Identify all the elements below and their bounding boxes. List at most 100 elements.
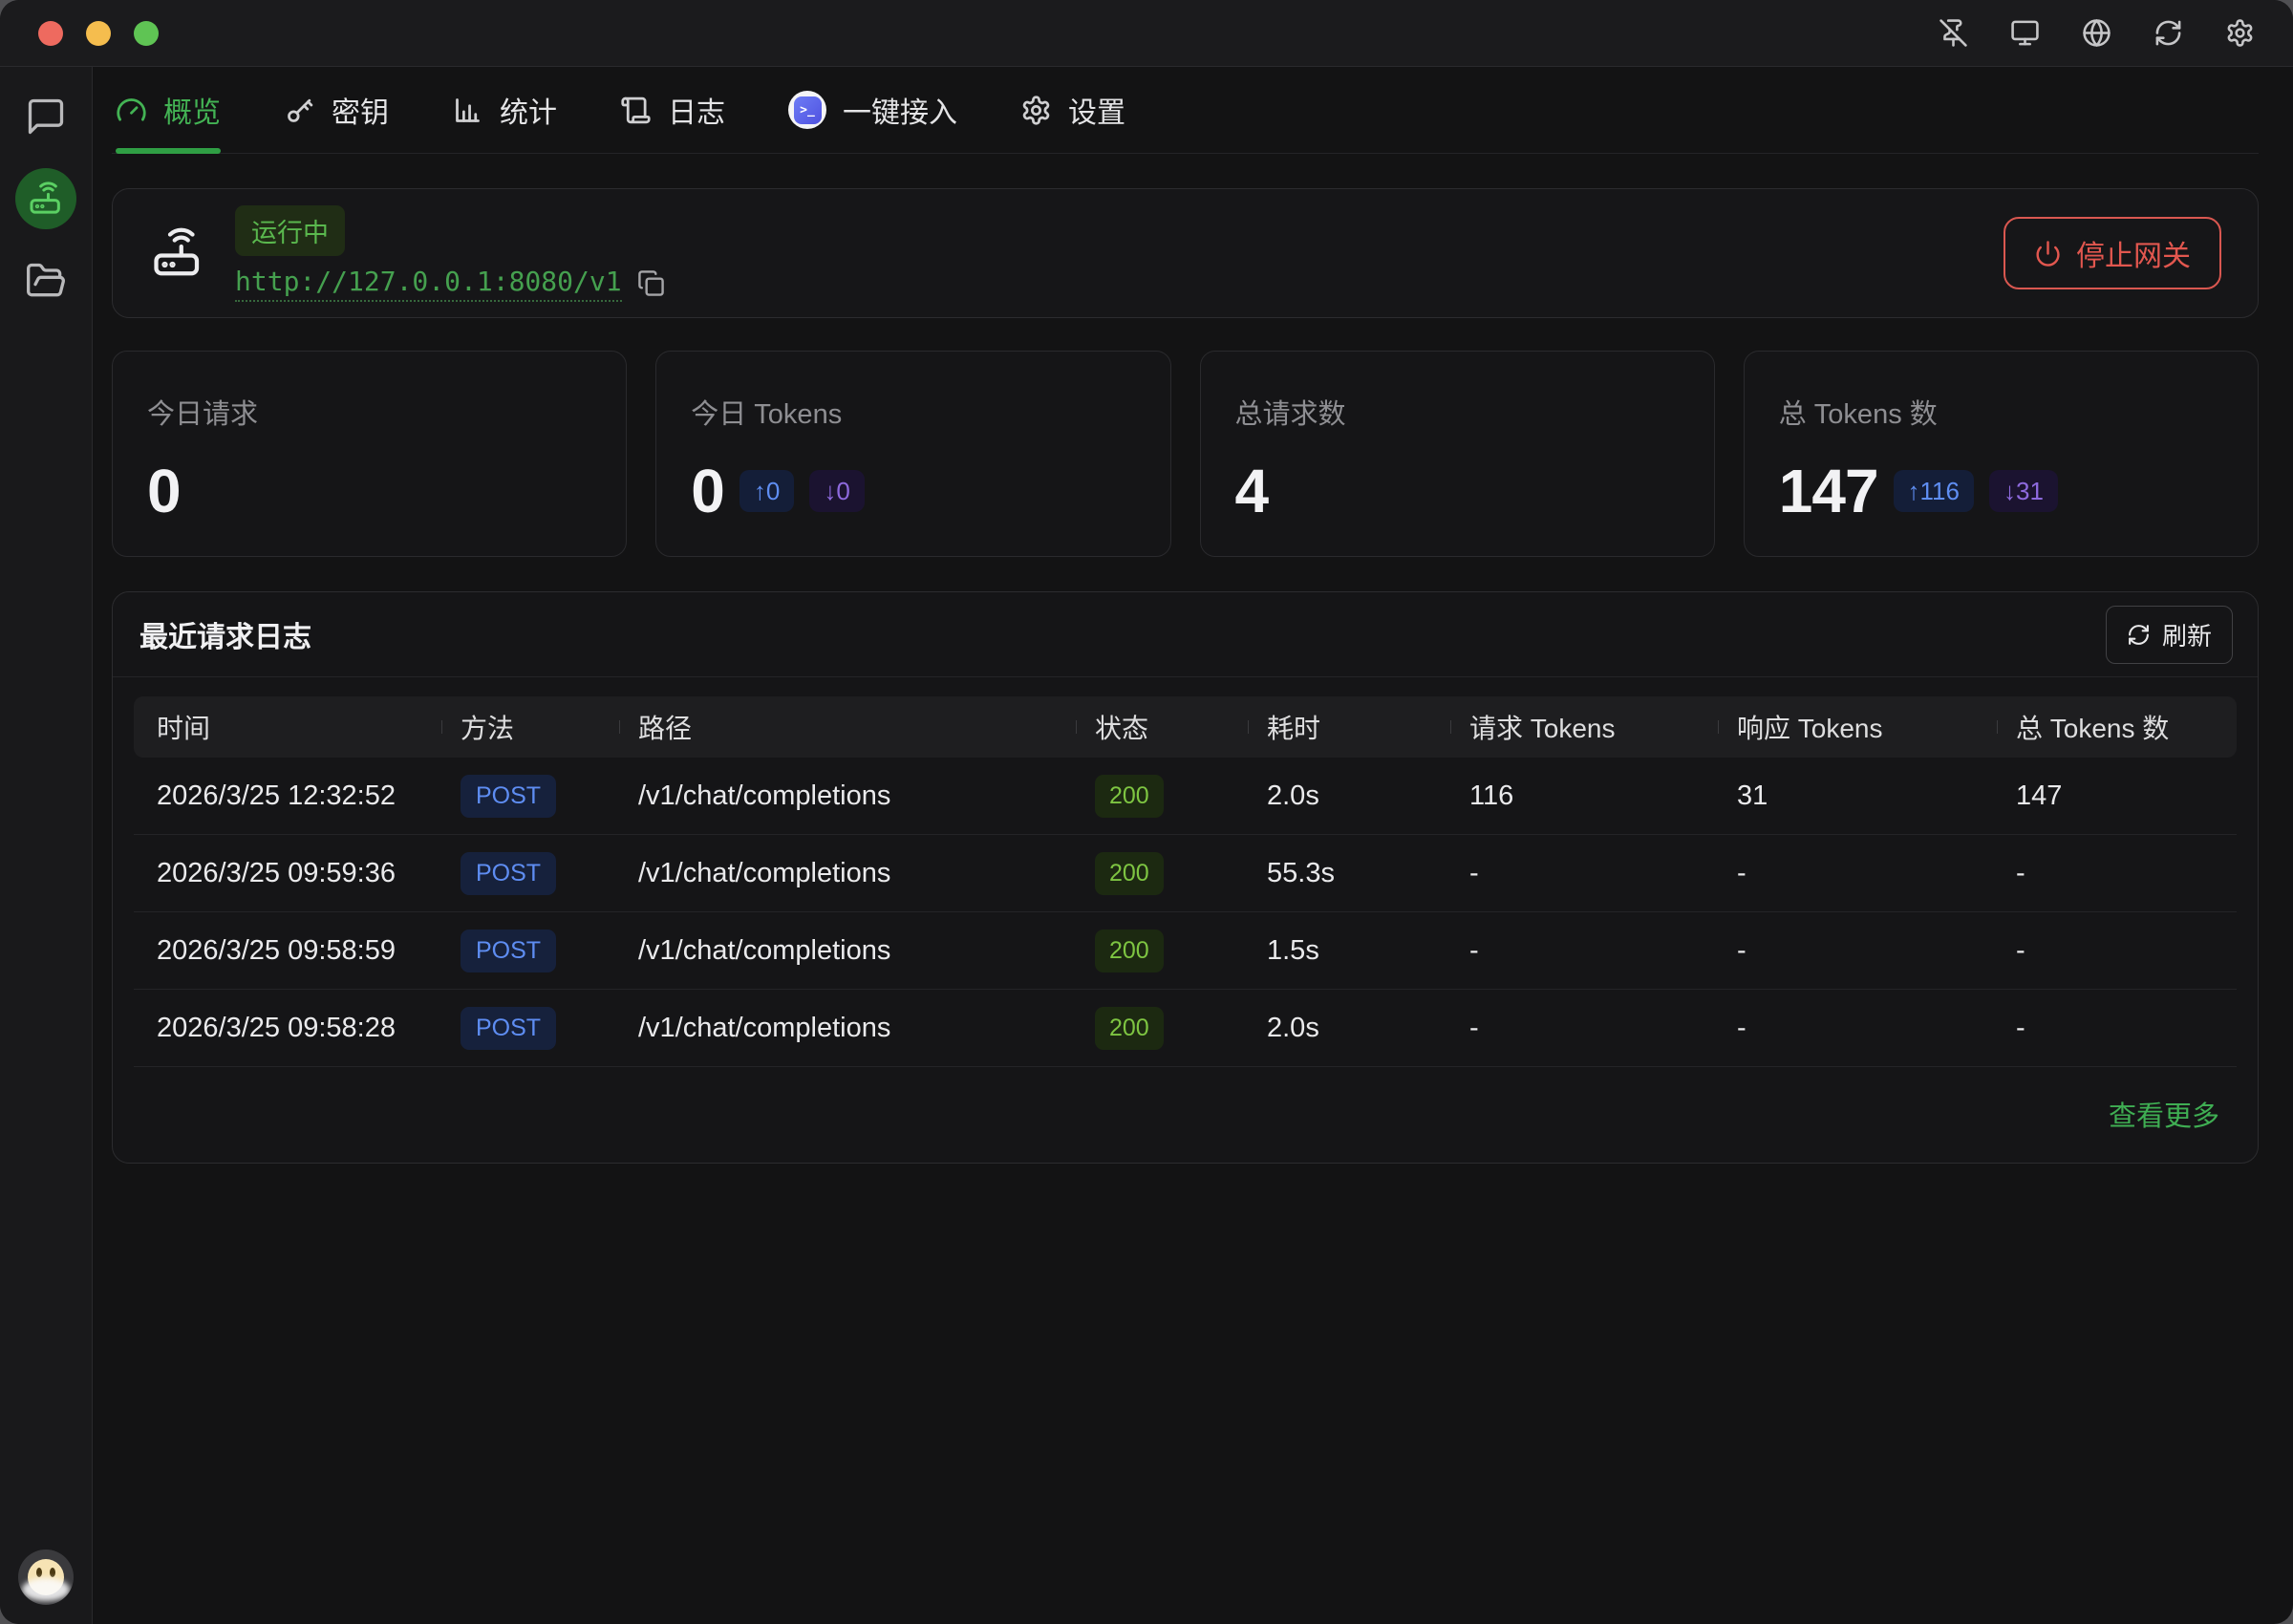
status-badge: 200 xyxy=(1095,775,1164,818)
router-icon xyxy=(27,180,65,218)
cell-total-tokens: 147 xyxy=(1997,780,2237,812)
cell-req-tokens: - xyxy=(1450,858,1718,889)
cell-res-tokens: - xyxy=(1718,1013,1997,1044)
stat-value: 147 xyxy=(1779,460,1878,522)
power-icon xyxy=(2034,240,2062,267)
stat-value: 0 xyxy=(147,460,181,522)
tab-label: 概览 xyxy=(163,89,221,131)
status-badge: 200 xyxy=(1095,852,1164,895)
tab-settings[interactable]: 设置 xyxy=(1020,67,1125,153)
cell-duration: 2.0s xyxy=(1248,780,1450,812)
cell-req-tokens: 116 xyxy=(1450,780,1718,812)
stop-gateway-button[interactable]: 停止网关 xyxy=(2004,217,2221,289)
sidebar-item-chat[interactable] xyxy=(25,96,67,138)
pin-off-icon[interactable] xyxy=(1939,18,1968,48)
recent-logs-card: 最近请求日志 刷新 时间 方法 路径 状态 耗时 xyxy=(112,591,2259,1164)
col-path: 路径 xyxy=(619,708,1076,746)
stat-card-today-requests: 今日请求 0 xyxy=(112,351,627,557)
desktop-background: 概览 密钥 统计 日志 xyxy=(0,0,2293,1624)
table-header-row: 时间 方法 路径 状态 耗时 请求 Tokens 响应 Tokens 总 Tok… xyxy=(134,696,2237,758)
col-total-tokens: 总 Tokens 数 xyxy=(1997,708,2237,746)
chat-bubble-icon xyxy=(25,96,67,138)
gateway-url-link[interactable]: http://127.0.0.1:8080/v1 xyxy=(235,266,622,302)
cell-time: 2026/3/25 12:32:52 xyxy=(134,780,441,812)
refresh-icon[interactable] xyxy=(2154,18,2183,48)
monitor-icon[interactable] xyxy=(2010,18,2040,48)
terminal-app-icon: >_ xyxy=(788,91,826,129)
sidebar xyxy=(0,67,93,1624)
key-icon xyxy=(284,95,315,126)
gateway-status-card: 运行中 http://127.0.0.1:8080/v1 停止网关 xyxy=(112,188,2259,318)
stat-card-today-tokens: 今日 Tokens 0 ↑0 ↓0 xyxy=(655,351,1170,557)
refresh-icon xyxy=(2127,623,2151,647)
bar-chart-icon xyxy=(452,95,483,126)
minimize-button[interactable] xyxy=(86,21,111,46)
input-tokens-chip: ↑0 xyxy=(739,470,794,512)
refresh-button[interactable]: 刷新 xyxy=(2106,606,2233,664)
tab-label: 设置 xyxy=(1068,89,1125,131)
copy-icon xyxy=(637,269,665,297)
cell-duration: 1.5s xyxy=(1248,935,1450,967)
cell-duration: 55.3s xyxy=(1248,858,1450,889)
cell-time: 2026/3/25 09:58:59 xyxy=(134,935,441,967)
cell-path: /v1/chat/completions xyxy=(619,1013,1076,1044)
tab-logs[interactable]: 日志 xyxy=(620,67,725,153)
stop-gateway-label: 停止网关 xyxy=(2076,232,2191,274)
tab-overview[interactable]: 概览 xyxy=(116,67,221,153)
tab-keys[interactable]: 密钥 xyxy=(284,67,389,153)
cell-res-tokens: 31 xyxy=(1718,780,1997,812)
refresh-label: 刷新 xyxy=(2162,617,2212,652)
stat-label: 总 Tokens 数 xyxy=(1779,392,2223,432)
col-duration: 耗时 xyxy=(1248,708,1450,746)
maximize-button[interactable] xyxy=(134,21,159,46)
sidebar-item-gateway[interactable] xyxy=(15,168,76,229)
stat-label: 总请求数 xyxy=(1235,392,1680,432)
request-log-table: 时间 方法 路径 状态 耗时 请求 Tokens 响应 Tokens 总 Tok… xyxy=(113,677,2258,1163)
table-row: 2026/3/25 12:32:52 POST /v1/chat/complet… xyxy=(134,758,2237,835)
traffic-lights xyxy=(38,21,159,46)
cell-path: /v1/chat/completions xyxy=(619,935,1076,967)
stat-value: 4 xyxy=(1235,460,1269,522)
table-row: 2026/3/25 09:58:28 POST /v1/chat/complet… xyxy=(134,990,2237,1067)
cell-total-tokens: - xyxy=(1997,935,2237,967)
copy-url-button[interactable] xyxy=(637,269,665,297)
cell-duration: 2.0s xyxy=(1248,1013,1450,1044)
folder-open-icon xyxy=(25,260,67,302)
status-badge: 200 xyxy=(1095,1007,1164,1050)
log-title: 最近请求日志 xyxy=(139,613,311,655)
method-badge: POST xyxy=(461,930,556,972)
main-content: 概览 密钥 统计 日志 xyxy=(93,67,2293,1624)
col-res-tokens: 响应 Tokens xyxy=(1718,708,1997,746)
tab-one-click-connect[interactable]: >_ 一键接入 xyxy=(788,67,957,153)
sidebar-item-files[interactable] xyxy=(25,260,67,302)
output-tokens-chip: ↓31 xyxy=(1989,470,2058,512)
cell-time: 2026/3/25 09:58:28 xyxy=(134,1013,441,1044)
gear-icon[interactable] xyxy=(2225,18,2255,48)
method-badge: POST xyxy=(461,775,556,818)
stats-row: 今日请求 0 今日 Tokens 0 ↑0 ↓0 xyxy=(112,351,2259,557)
stat-card-total-requests: 总请求数 4 xyxy=(1200,351,1715,557)
col-req-tokens: 请求 Tokens xyxy=(1450,708,1718,746)
stat-value: 0 xyxy=(691,460,724,522)
tab-label: 一键接入 xyxy=(843,89,957,131)
stat-label: 今日请求 xyxy=(147,392,591,432)
scroll-icon xyxy=(620,95,652,126)
cell-total-tokens: - xyxy=(1997,1013,2237,1044)
view-more-link[interactable]: 查看更多 xyxy=(2109,1101,2219,1132)
method-badge: POST xyxy=(461,852,556,895)
method-badge: POST xyxy=(461,1007,556,1050)
col-status: 状态 xyxy=(1076,708,1248,746)
user-avatar[interactable] xyxy=(18,1549,74,1605)
status-badge: 200 xyxy=(1095,930,1164,972)
output-tokens-chip: ↓0 xyxy=(809,470,864,512)
globe-icon[interactable] xyxy=(2082,18,2111,48)
cell-total-tokens: - xyxy=(1997,858,2237,889)
cell-time: 2026/3/25 09:59:36 xyxy=(134,858,441,889)
input-tokens-chip: ↑116 xyxy=(1894,470,1974,512)
table-row: 2026/3/25 09:59:36 POST /v1/chat/complet… xyxy=(134,835,2237,912)
tab-label: 统计 xyxy=(500,89,557,131)
tab-statistics[interactable]: 统计 xyxy=(452,67,557,153)
close-button[interactable] xyxy=(38,21,63,46)
cell-req-tokens: - xyxy=(1450,1013,1718,1044)
cell-res-tokens: - xyxy=(1718,935,1997,967)
